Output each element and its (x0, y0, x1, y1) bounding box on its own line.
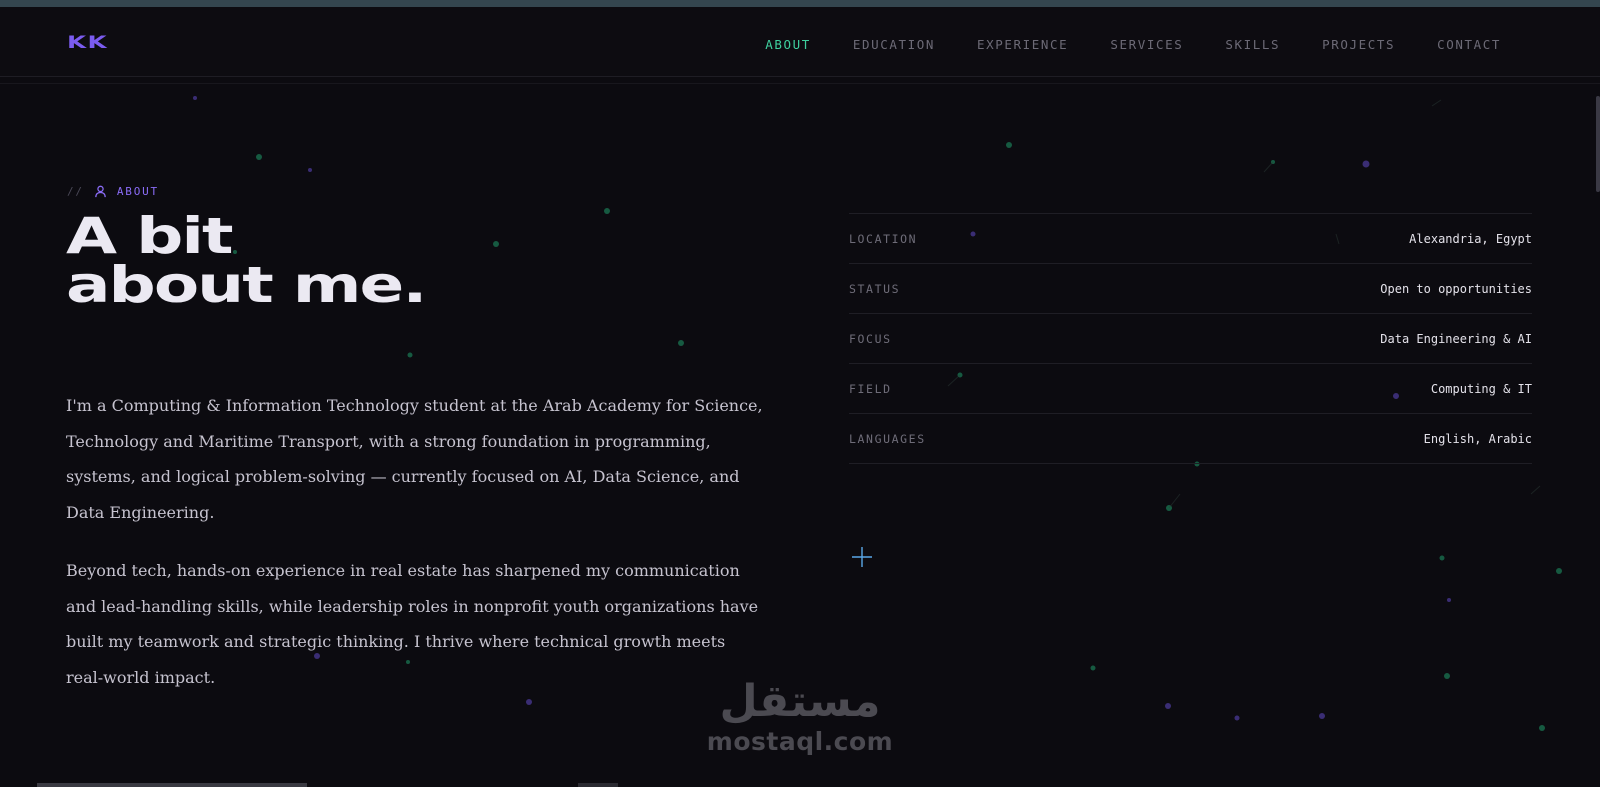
main-nav: ABOUT EDUCATION EXPERIENCE SERVICES SKIL… (723, 37, 1501, 52)
bio-text: I'm a Computing & Information Technology… (66, 388, 766, 718)
nav-about[interactable]: ABOUT (765, 37, 811, 52)
fact-key: FIELD (849, 381, 892, 396)
section-eyebrow: // ABOUT (67, 185, 159, 198)
nav-projects[interactable]: PROJECTS (1322, 37, 1395, 52)
horizontal-scrollbar-segment (578, 783, 618, 787)
title-line-1: A bit (66, 207, 234, 265)
fact-key: STATUS (849, 281, 901, 296)
fact-row-languages: LANGUAGES English, Arabic (849, 414, 1532, 464)
eyebrow-prefix: // (67, 185, 84, 198)
fact-key: LOCATION (849, 231, 918, 246)
watermark-latin: mostaql.com (706, 727, 894, 756)
fact-value: English, Arabic (1423, 431, 1532, 446)
top-accent-bar (0, 0, 1600, 7)
watermark-logo: مستقل mostaql.com (700, 676, 900, 756)
nav-experience[interactable]: EXPERIENCE (977, 37, 1068, 52)
nav-services[interactable]: SERVICES (1110, 37, 1183, 52)
fact-row-field: FIELD Computing & IT (849, 364, 1532, 414)
bio-paragraph-2: Beyond tech, hands-on experience in real… (66, 561, 759, 687)
bio-paragraph-1: I'm a Computing & Information Technology… (66, 396, 763, 522)
nav-contact[interactable]: CONTACT (1437, 37, 1501, 52)
fact-value: Alexandria, Egypt (1409, 231, 1532, 246)
fact-key: LANGUAGES (849, 431, 926, 446)
horizontal-scrollbar[interactable] (37, 783, 307, 787)
fact-key: FOCUS (849, 331, 892, 346)
fact-value: Data Engineering & AI (1380, 331, 1532, 346)
nav-education[interactable]: EDUCATION (853, 37, 935, 52)
nav-skills[interactable]: SKILLS (1225, 37, 1280, 52)
watermark-arabic: مستقل (719, 676, 881, 727)
facts-list: LOCATION Alexandria, Egypt STATUS Open t… (849, 213, 1532, 464)
fact-row-location: LOCATION Alexandria, Egypt (849, 214, 1532, 264)
eyebrow-label: ABOUT (116, 185, 159, 198)
scrollbar-thumb[interactable] (1596, 96, 1600, 192)
fact-row-status: STATUS Open to opportunities (849, 264, 1532, 314)
fact-value: Open to opportunities (1380, 281, 1532, 296)
site-header: KK ABOUT EDUCATION EXPERIENCE SERVICES S… (0, 7, 1600, 77)
fact-row-focus: FOCUS Data Engineering & AI (849, 314, 1532, 364)
fact-value: Computing & IT (1430, 381, 1532, 396)
logo[interactable]: KK (67, 33, 108, 53)
title-line-2: about me. (66, 256, 427, 314)
user-icon (95, 185, 106, 198)
page-title: A bit about me. (66, 207, 427, 314)
crosshair-cursor-icon (852, 547, 872, 567)
